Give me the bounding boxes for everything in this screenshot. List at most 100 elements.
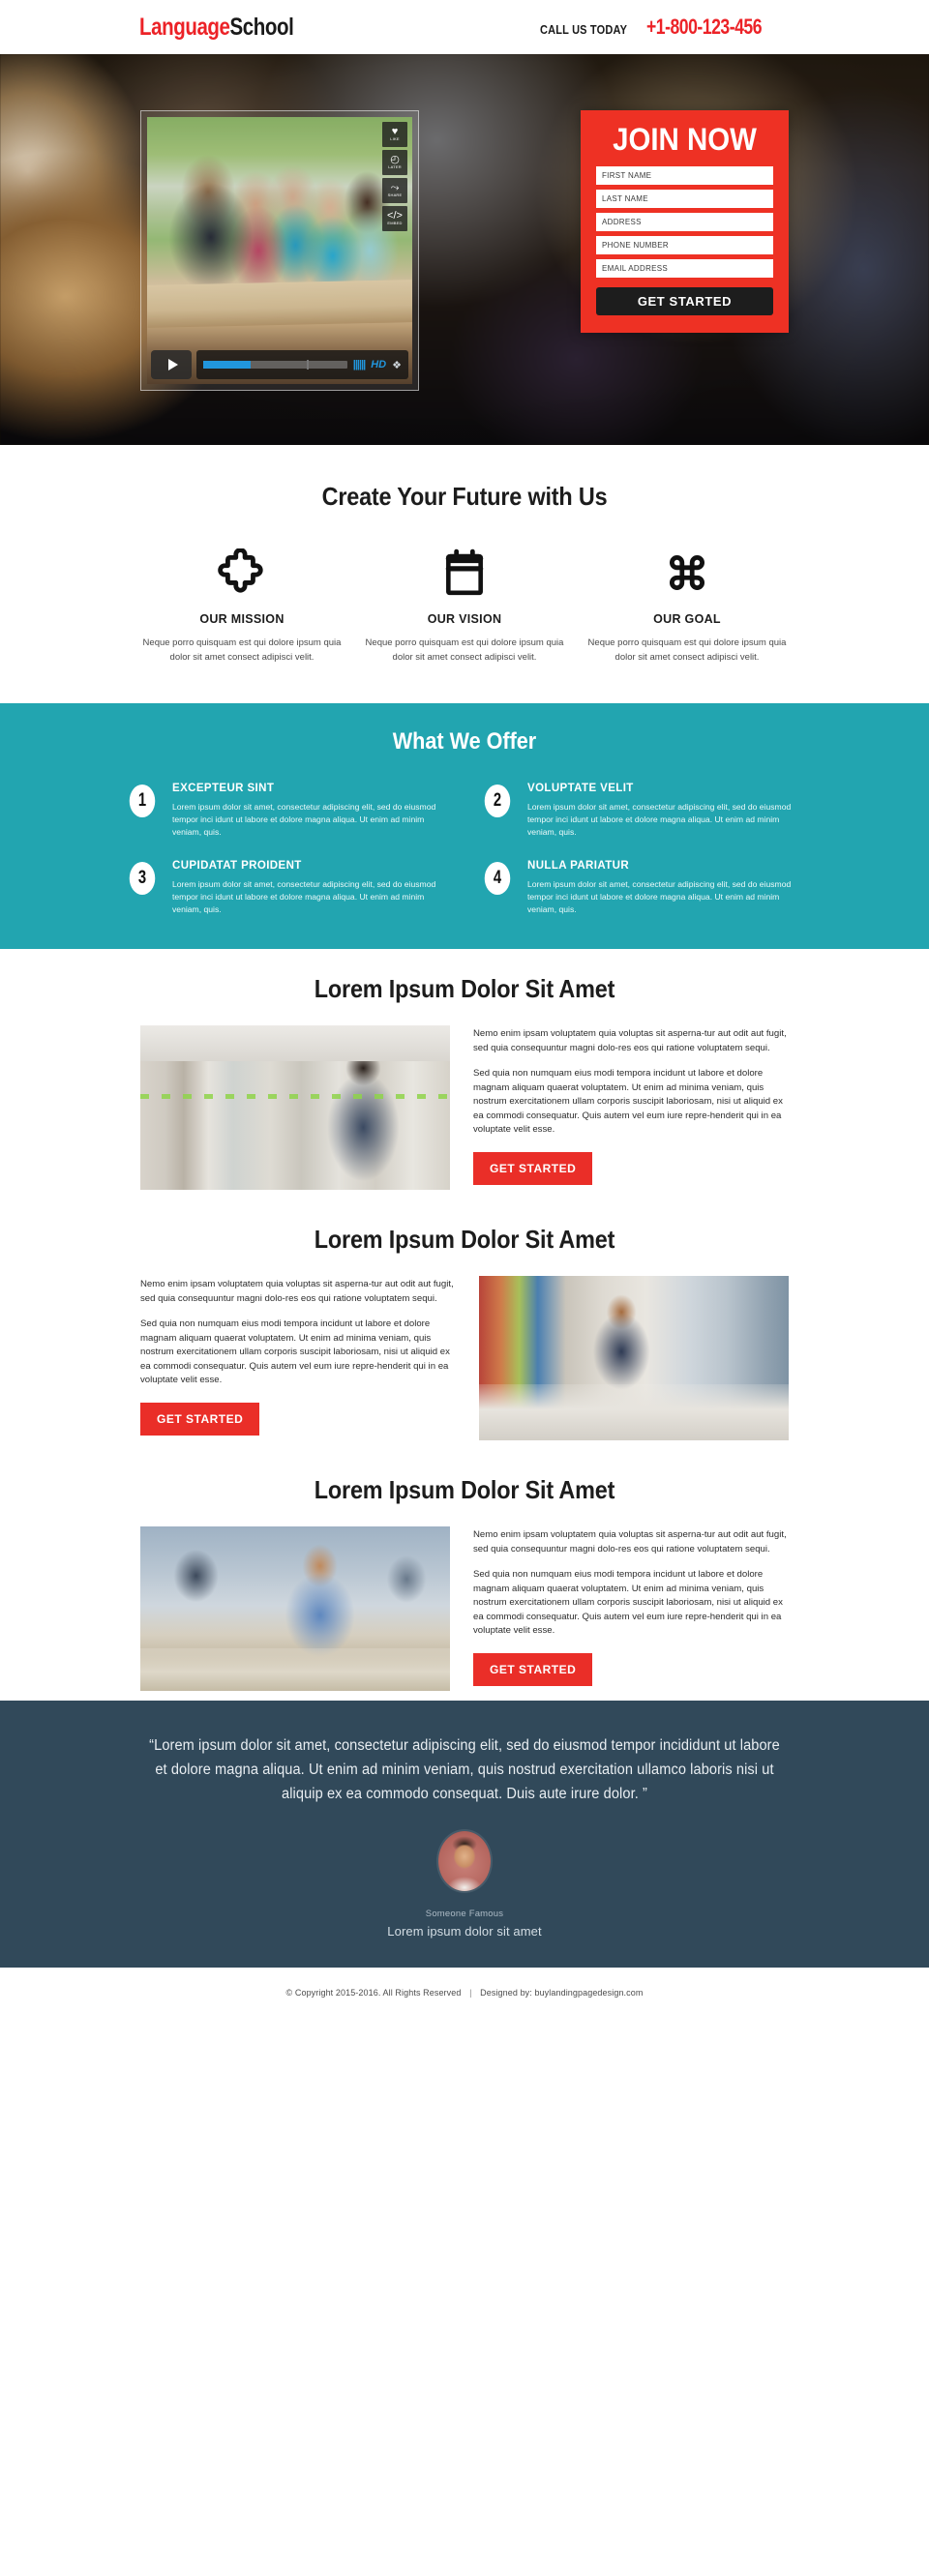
get-started-button-3[interactable]: GET STARTED: [473, 1652, 593, 1686]
get-started-submit-button[interactable]: GET STARTED: [596, 287, 773, 315]
clock-icon: ◴: [390, 154, 400, 165]
command-loop-icon: [585, 547, 789, 599]
play-icon: [167, 359, 178, 370]
first-name-input[interactable]: [596, 166, 773, 185]
landing-page: LanguageSchool CALL US TODAY +1-800-123-…: [0, 0, 929, 2018]
address-input[interactable]: [596, 213, 773, 231]
last-name-input[interactable]: [596, 190, 773, 208]
share-icon: ⤳: [390, 182, 400, 193]
video-progress-bar-container: |||||| HD ❖: [196, 350, 408, 379]
video-share-label: SHARE: [387, 192, 403, 197]
offer-number-badge: 4: [484, 862, 511, 895]
video-seek-slider[interactable]: [203, 360, 347, 370]
offer-item-text: Lorem ipsum dolor sit amet, consectetur …: [527, 879, 792, 914]
call-us-label: CALL US TODAY: [540, 23, 628, 37]
get-started-button-1[interactable]: GET STARTED: [473, 1151, 593, 1185]
hero-vignette-overlay: [0, 54, 929, 445]
paragraph-2: Sed quia non numquam eius modi tempora i…: [473, 1569, 783, 1636]
video-embed-label: EMBED: [387, 221, 403, 225]
content-block-1-title: Lorem Ipsum Dolor Sit Amet: [314, 974, 615, 1003]
feature-our-mission: OUR MISSION Neque porro quisquam est qui…: [131, 547, 353, 665]
offer-grid: 1 EXCEPTEUR SINT Lorem ipsum dolor sit a…: [126, 783, 803, 916]
video-frame: ♥ LIKE ◴ LATER ⤳ SHARE </> EMBED |||||| …: [147, 117, 412, 384]
hd-quality-badge[interactable]: HD: [371, 359, 386, 370]
video-share-button[interactable]: ⤳ SHARE: [382, 178, 407, 203]
photo-study: [479, 1276, 789, 1440]
paragraph-2: Sed quia non numquam eius modi tempora i…: [473, 1068, 783, 1135]
what-we-offer-section: What We Offer 1 EXCEPTEUR SINT Lorem ips…: [0, 703, 929, 949]
feature-title: OUR GOAL: [653, 612, 721, 626]
video-later-label: LATER: [388, 164, 402, 169]
offer-body: CUPIDATAT PROIDENT Lorem ipsum dolor sit…: [172, 860, 448, 916]
video-like-button[interactable]: ♥ LIKE: [382, 122, 407, 147]
content-block-2-title: Lorem Ipsum Dolor Sit Amet: [314, 1225, 615, 1254]
feature-text: Neque porro quisquam est qui dolore ipsu…: [142, 637, 342, 663]
volume-icon[interactable]: ||||||: [353, 359, 367, 370]
feature-title: OUR VISION: [427, 612, 502, 626]
logo-word-language: Language: [138, 13, 230, 41]
features-title: Create Your Future with Us: [321, 482, 608, 511]
video-action-buttons: ♥ LIKE ◴ LATER ⤳ SHARE </> EMBED: [382, 122, 407, 231]
student-studying-at-library-desk-image: [479, 1276, 789, 1440]
video-shade-overlay: [147, 117, 412, 384]
content-block-1-row: Nemo enim ipsam voluptatem quia voluptas…: [140, 1025, 789, 1190]
content-block-1-copy: Nemo enim ipsam voluptatem quia voluptas…: [473, 1025, 789, 1185]
video-play-button[interactable]: [151, 350, 192, 379]
offer-number-badge: 2: [484, 785, 511, 817]
feature-our-goal: OUR GOAL Neque porro quisquam est qui do…: [576, 547, 798, 665]
video-embed-button[interactable]: </> EMBED: [382, 206, 407, 231]
join-now-title: JOIN NOW: [613, 122, 757, 157]
testimonial-author-subtitle: Lorem ipsum dolor sit amet: [387, 1924, 542, 1939]
phone-number-input[interactable]: [596, 236, 773, 254]
footer-separator: |: [469, 1988, 472, 1998]
offer-item-1: 1 EXCEPTEUR SINT Lorem ipsum dolor sit a…: [126, 783, 448, 839]
video-controls: |||||| HD ❖: [151, 350, 408, 379]
video-progress-fill: [203, 361, 252, 369]
feature-title: OUR MISSION: [199, 612, 285, 626]
offer-item-text: Lorem ipsum dolor sit amet, consectetur …: [172, 802, 436, 837]
phone-number-link[interactable]: +1-800-123-456: [646, 15, 763, 40]
paragraph-1: Nemo enim ipsam voluptatem quia voluptas…: [473, 1028, 787, 1053]
feature-our-vision: OUR VISION Neque porro quisquam est qui …: [353, 547, 576, 665]
clipboard-calendar-icon: [363, 547, 566, 599]
designed-by-link[interactable]: Designed by: buylandingpagedesign.com: [480, 1988, 643, 1998]
code-icon: </>: [387, 210, 403, 222]
video-later-button[interactable]: ◴ LATER: [382, 150, 407, 175]
video-like-label: LIKE: [390, 136, 400, 141]
offer-body: NULLA PARIATUR Lorem ipsum dolor sit ame…: [527, 860, 803, 916]
content-block-3-row: Nemo enim ipsam voluptatem quia voluptas…: [140, 1526, 789, 1691]
footer-text: © Copyright 2015-2016. All Rights Reserv…: [286, 1988, 644, 1998]
features-row: OUR MISSION Neque porro quisquam est qui…: [0, 547, 929, 665]
puzzle-piece-icon: [140, 547, 344, 599]
offer-item-2: 2 VOLUPTATE VELIT Lorem ipsum dolor sit …: [481, 783, 803, 839]
get-started-button-2[interactable]: GET STARTED: [140, 1402, 260, 1436]
hero-section: ♥ LIKE ◴ LATER ⤳ SHARE </> EMBED |||||| …: [0, 54, 929, 445]
join-now-form: JOIN NOW GET STARTED: [581, 110, 789, 333]
offer-item-4: 4 NULLA PARIATUR Lorem ipsum dolor sit a…: [481, 860, 803, 916]
offer-title: What We Offer: [392, 728, 537, 755]
content-block-3: Lorem Ipsum Dolor Sit Amet Nemo enim ips…: [0, 1450, 929, 1701]
content-block-1: Lorem Ipsum Dolor Sit Amet Nemo enim ips…: [0, 949, 929, 1199]
photo-classroom: [140, 1526, 450, 1691]
offer-number-badge: 3: [129, 862, 156, 895]
features-section: Create Your Future with Us OUR MISSION N…: [0, 445, 929, 703]
email-address-input[interactable]: [596, 259, 773, 278]
fullscreen-icon[interactable]: ❖: [392, 359, 402, 371]
avatar: [438, 1831, 491, 1891]
content-block-3-title: Lorem Ipsum Dolor Sit Amet: [314, 1475, 615, 1504]
offer-item-text: Lorem ipsum dolor sit amet, consectetur …: [527, 802, 792, 837]
offer-number-badge: 1: [129, 785, 156, 817]
offer-item-title: NULLA PARIATUR: [527, 860, 630, 872]
top-bar: LanguageSchool CALL US TODAY +1-800-123-…: [0, 0, 929, 54]
footer: © Copyright 2015-2016. All Rights Reserv…: [0, 1968, 929, 2018]
paragraph-1: Nemo enim ipsam voluptatem quia voluptas…: [473, 1529, 787, 1554]
feature-text: Neque porro quisquam est qui dolore ipsu…: [365, 637, 564, 663]
video-player[interactable]: ♥ LIKE ◴ LATER ⤳ SHARE </> EMBED |||||| …: [140, 110, 419, 391]
offer-item-title: CUPIDATAT PROIDENT: [172, 860, 302, 872]
paragraph-2: Sed quia non numquam eius modi tempora i…: [140, 1318, 450, 1385]
offer-item-title: VOLUPTATE VELIT: [527, 783, 634, 794]
photo-library: [140, 1025, 450, 1190]
call-us-today: CALL US TODAY +1-800-123-456: [540, 15, 790, 40]
logo-word-school: School: [229, 13, 294, 41]
site-logo[interactable]: LanguageSchool: [138, 13, 294, 42]
